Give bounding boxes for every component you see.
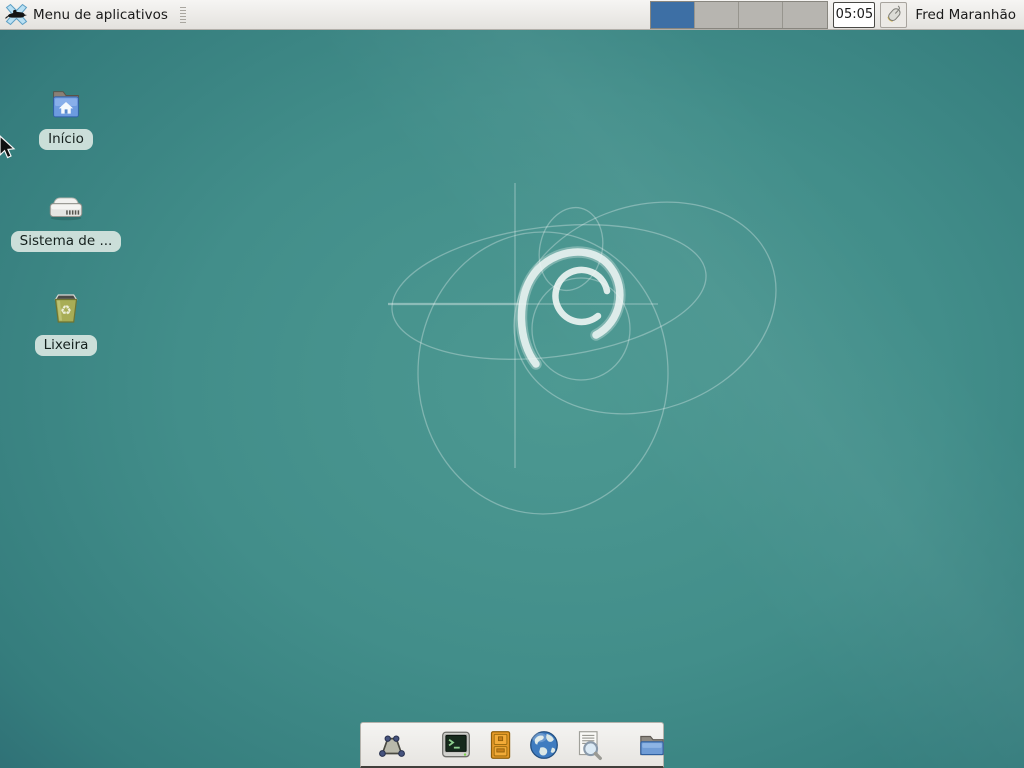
desktop-icon-filesystem[interactable]: Sistema de ... (6, 190, 126, 252)
workspace-button-2[interactable] (695, 2, 739, 28)
globe-browser-icon (527, 728, 561, 762)
web-browser-launcher[interactable] (527, 728, 561, 762)
mouse-tray-icon (884, 5, 904, 25)
desktop-icon-trash[interactable]: ♻ Lixeira (6, 290, 126, 356)
folder-icon (635, 728, 669, 762)
show-desktop-button[interactable] (375, 728, 409, 762)
file-cabinet-launcher[interactable] (483, 728, 517, 762)
terminal-icon (439, 728, 473, 762)
mouse-cursor (0, 134, 19, 162)
desktop-icon-label: Início (39, 129, 93, 150)
svg-text:♻: ♻ (60, 304, 72, 319)
file-manager-launcher[interactable] (635, 728, 669, 762)
desktop[interactable]: Início Sistema de ... ♻ Lixeira (0, 30, 1024, 768)
terminal-launcher[interactable] (439, 728, 473, 762)
applications-menu-label: Menu de aplicativos (33, 7, 168, 23)
desktop-icon-home[interactable]: Início (6, 88, 126, 150)
workspace-button-3[interactable] (739, 2, 783, 28)
desktop-icon-label: Lixeira (35, 335, 98, 356)
applications-menu-button[interactable]: Menu de aplicativos (0, 0, 174, 29)
search-tool-launcher[interactable] (571, 728, 605, 762)
workspace-button-1[interactable] (651, 2, 695, 28)
trash-can-icon: ♻ (46, 290, 86, 328)
workspace-switcher[interactable] (650, 1, 828, 29)
debian-swirl-wallpaper-art (330, 150, 810, 630)
home-folder-icon (46, 88, 86, 122)
desktop-icon-label: Sistema de ... (11, 231, 122, 252)
xfce-mouse-logo-icon (5, 3, 28, 26)
document-search-icon (571, 728, 605, 762)
clock-text: 05:05 (836, 7, 873, 22)
workspace-button-4[interactable] (783, 2, 827, 28)
tray-mouse-button[interactable] (880, 2, 907, 28)
show-desktop-icon (375, 728, 409, 762)
bottom-dock (360, 722, 664, 768)
top-panel: Menu de aplicativos 05:05 Fred Maranhão (0, 0, 1024, 30)
logged-in-user[interactable]: Fred Maranhão (915, 7, 1016, 23)
panel-grip-handle[interactable] (180, 7, 186, 23)
clock[interactable]: 05:05 (833, 2, 875, 28)
hard-drive-icon (45, 190, 87, 224)
file-cabinet-icon (483, 728, 517, 762)
